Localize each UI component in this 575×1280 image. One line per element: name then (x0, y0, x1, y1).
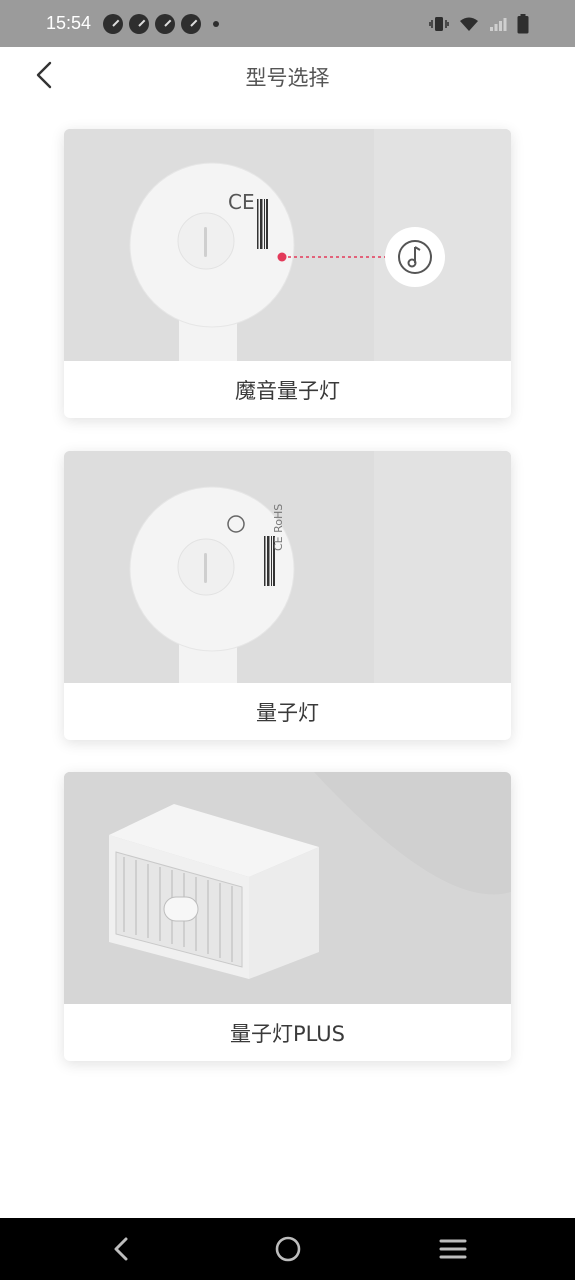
notification-icon (181, 13, 202, 34)
notification-icon (129, 13, 150, 34)
notification-icon (155, 13, 176, 34)
nav-home-icon (275, 1236, 301, 1262)
device-image: CE RoHS (64, 451, 511, 683)
nav-home-button[interactable] (273, 1234, 303, 1264)
model-label: 魔音量子灯 (235, 378, 340, 403)
nav-menu-button[interactable] (438, 1234, 468, 1264)
model-card-2[interactable]: CE RoHS 量子灯 (64, 451, 511, 740)
system-icons (429, 13, 529, 34)
nav-menu-icon (439, 1239, 467, 1259)
vibrate-icon (429, 16, 449, 31)
model-label: 量子灯 (256, 700, 319, 725)
model-label: 量子灯PLUS (229, 1021, 346, 1046)
model-card-3[interactable]: 量子灯PLUS (64, 772, 511, 1061)
status-bar: 15:54 (0, 0, 575, 47)
signal-icon (490, 17, 507, 31)
device-image (64, 772, 511, 1004)
more-dot-icon (213, 20, 220, 27)
svg-text:CE: CE (228, 190, 255, 214)
model-card-1[interactable]: CE 魔音量子灯 (64, 129, 511, 418)
battery-icon (517, 13, 529, 33)
nav-back-icon (114, 1237, 128, 1261)
page-title: 型号选择 (245, 66, 330, 90)
wifi-icon (460, 17, 478, 31)
notification-icon (103, 13, 124, 34)
nav-back-button[interactable] (106, 1234, 136, 1264)
header: 型号选择 (0, 47, 575, 103)
svg-text:CE RoHS: CE RoHS (272, 504, 285, 551)
system-nav-bar (0, 1218, 575, 1280)
device-image: CE (64, 129, 511, 361)
notification-icons (103, 13, 220, 34)
status-time: 15:54 (46, 13, 92, 33)
